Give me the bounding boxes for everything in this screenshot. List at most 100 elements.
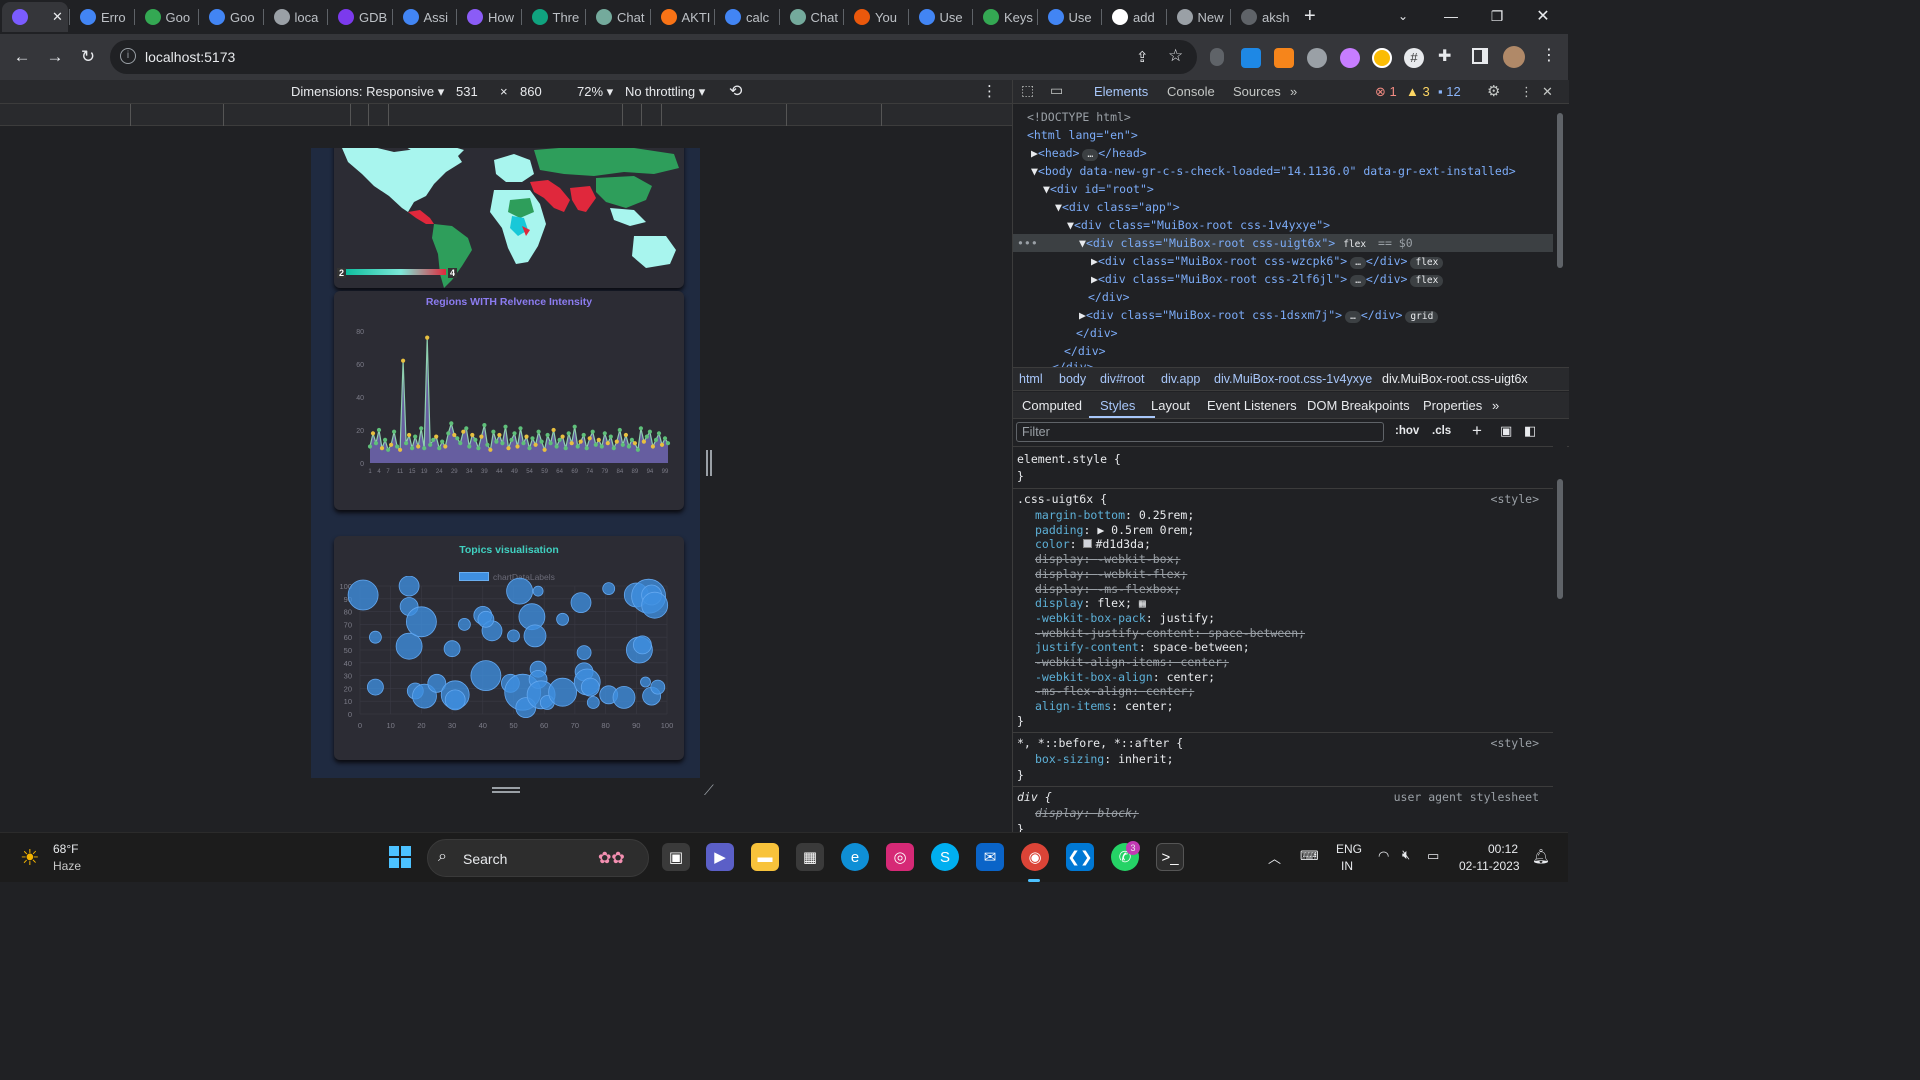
style-close-brace[interactable]: } (1017, 822, 1024, 832)
area-point[interactable] (629, 437, 634, 442)
styles-filter-input[interactable]: Filter (1016, 422, 1384, 442)
bubble-point[interactable] (477, 610, 495, 628)
browser-tab[interactable]: You (844, 2, 906, 32)
style-close-brace[interactable]: } (1017, 714, 1024, 729)
area-point[interactable] (545, 432, 550, 438)
area-point[interactable] (611, 446, 616, 451)
file-explorer-icon[interactable]: ▬ (751, 843, 779, 871)
browser-tab[interactable]: loca (264, 2, 326, 32)
area-point[interactable] (383, 437, 388, 442)
browser-tab[interactable]: Assi (393, 2, 455, 32)
browser-tab[interactable]: How (457, 2, 519, 32)
area-point[interactable] (659, 442, 665, 447)
grid-badge[interactable]: grid (1405, 311, 1439, 323)
style-source-link[interactable]: <style> (1491, 492, 1539, 506)
breadcrumb-item[interactable]: body (1059, 372, 1086, 386)
bubble-point[interactable] (641, 591, 669, 619)
flex-badge[interactable]: flex (1410, 275, 1444, 287)
area-point[interactable] (557, 437, 562, 442)
subtab-dom-breakpoints[interactable]: DOM Breakpoints (1307, 398, 1410, 413)
close-tab-icon[interactable]: ✕ (52, 9, 63, 25)
media-query-ruler[interactable] (0, 104, 1012, 126)
area-point[interactable] (389, 442, 394, 447)
flexbox-editor-icon[interactable]: ▦ (1132, 596, 1146, 610)
area-point[interactable] (476, 446, 481, 451)
area-point[interactable] (428, 442, 433, 447)
area-point[interactable] (521, 441, 526, 446)
bubble-point[interactable] (556, 612, 570, 626)
breadcrumb-item[interactable]: div#root (1100, 372, 1144, 386)
style-selector[interactable]: element.style { (1017, 452, 1121, 467)
area-point[interactable] (506, 446, 511, 451)
extension-icon[interactable] (1307, 48, 1327, 68)
maximize-button[interactable]: ❐ (1474, 0, 1520, 32)
subtab-layout[interactable]: Layout (1151, 398, 1190, 413)
bubble-point[interactable] (548, 677, 578, 707)
style-property-value[interactable]: -webkit-flex; (1097, 567, 1187, 581)
area-point[interactable] (440, 439, 445, 444)
back-icon[interactable]: ← (8, 44, 36, 70)
area-point[interactable] (620, 442, 625, 447)
teams-icon[interactable]: ▶ (706, 843, 734, 871)
bubble-point[interactable] (395, 632, 423, 660)
style-property-value[interactable]: -ms-flexbox; (1097, 582, 1180, 596)
toggle-sidebar-icon[interactable]: ◧ (1524, 423, 1536, 439)
url-text[interactable]: localhost:5173 (145, 49, 235, 65)
style-property-value[interactable]: #d1d3da; (1095, 537, 1150, 551)
area-point[interactable] (536, 429, 541, 434)
subtab-computed[interactable]: Computed (1022, 398, 1082, 413)
breadcrumb-item[interactable]: div.app (1161, 372, 1200, 386)
bubble-point[interactable] (580, 677, 600, 697)
bubble-point[interactable] (457, 618, 471, 631)
browser-tab[interactable]: AKTI (651, 2, 713, 32)
style-property[interactable]: -webkit-box-pack: justify; (1035, 611, 1215, 626)
area-point[interactable] (650, 444, 655, 449)
area-point[interactable] (413, 434, 418, 439)
style-property[interactable]: -ms-flex-align: center; (1035, 684, 1194, 699)
dom-line[interactable]: </div> (1076, 324, 1118, 342)
bubble-point[interactable] (602, 582, 616, 596)
notification-bell-icon[interactable]: 🔔︎ (1532, 848, 1550, 865)
bubble-point[interactable] (507, 629, 520, 643)
style-property-name[interactable]: justify-content (1035, 640, 1139, 654)
dom-line[interactable]: ▶<div class="MuiBox-root css-1dsxm7j">… <… (1079, 306, 1439, 324)
extension-icon[interactable] (1340, 48, 1360, 68)
area-point[interactable] (602, 431, 607, 436)
dom-line[interactable]: ▼<div class="app"> (1055, 198, 1180, 216)
area-point[interactable] (419, 426, 424, 431)
metamask-icon[interactable] (1274, 48, 1294, 68)
tab-search-icon[interactable]: ⌄ (1380, 0, 1426, 32)
area-point[interactable] (425, 335, 430, 340)
dimensions-select[interactable]: Dimensions: Responsive ▾ (291, 84, 444, 100)
extensions-puzzle-icon[interactable]: ✚ (1438, 46, 1451, 66)
area-point[interactable] (485, 442, 490, 447)
area-point[interactable] (461, 429, 466, 434)
minimize-button[interactable]: — (1428, 0, 1474, 32)
dom-line[interactable]: ▶<head>… </head> (1031, 144, 1147, 162)
reload-icon[interactable]: ↻ (74, 44, 102, 70)
forward-icon[interactable]: → (41, 44, 69, 70)
area-point[interactable] (551, 427, 556, 433)
weather-temp[interactable]: 68°F (53, 842, 78, 856)
flex-badge[interactable]: flex (1410, 257, 1444, 269)
bubble-point[interactable] (586, 696, 600, 709)
style-property[interactable]: -webkit-box-align: center; (1035, 670, 1215, 685)
area-point[interactable] (503, 424, 508, 429)
area-point[interactable] (488, 447, 493, 452)
volume-muted-icon[interactable]: 🔇︎ (1402, 847, 1410, 863)
device-toggle-icon[interactable]: ▭ (1050, 82, 1063, 99)
area-point[interactable] (587, 436, 592, 441)
style-property-name[interactable]: display (1035, 552, 1083, 566)
share-icon[interactable]: ⇪ (1136, 48, 1149, 66)
style-property-name[interactable]: margin-bottom (1035, 508, 1125, 522)
dom-line[interactable]: ▶<div class="MuiBox-root css-wzcpk6">… </… (1091, 252, 1444, 270)
area-point[interactable] (452, 432, 457, 438)
style-property-name[interactable]: display (1035, 567, 1083, 581)
style-property[interactable]: display: -webkit-flex; (1035, 567, 1187, 582)
area-point[interactable] (575, 444, 580, 449)
style-property-name[interactable]: display (1035, 582, 1083, 596)
tab-console[interactable]: Console (1167, 84, 1215, 99)
rotate-icon[interactable]: ⟲ (729, 81, 742, 101)
area-point[interactable] (373, 441, 379, 446)
style-property-value[interactable]: center; (1125, 699, 1173, 713)
